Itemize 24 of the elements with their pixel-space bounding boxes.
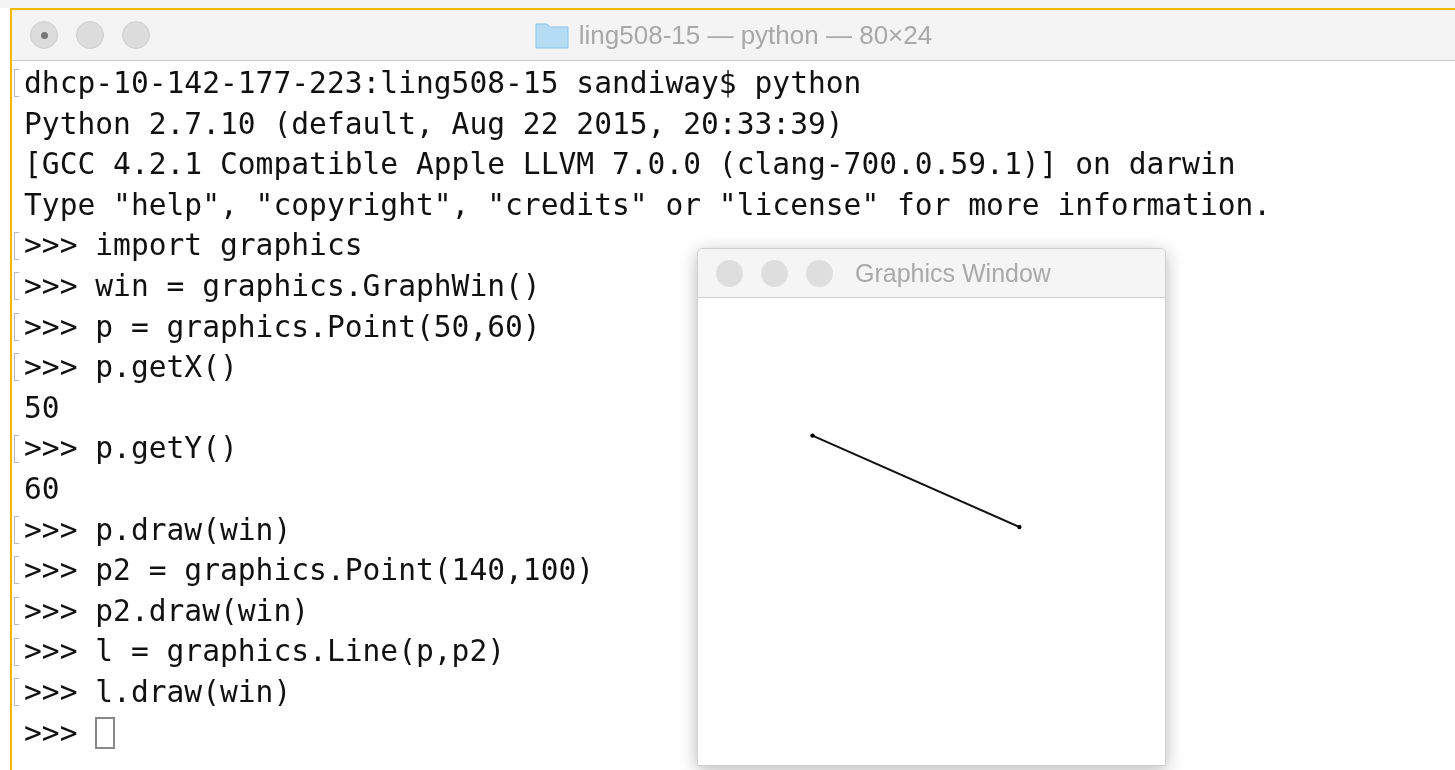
terminal-line: >>> p = graphics.Point(50,60) [24,308,541,346]
terminal-line: dhcp-10-142-177-223:ling508-15 sandiway$ python [24,65,862,102]
terminal-line: 50 [24,389,60,427]
terminal-line: [GCC 4.2.1 Compatible Apple LLVM 7.0.0 (clang-700.0.59.1)] on darwin [24,146,1236,184]
terminal-line: >>> p2.draw(win) [24,592,310,630]
minimize-button[interactable] [76,21,104,49]
folder-icon [534,21,569,49]
window-title: Graphics Window [855,258,1051,288]
window-title: ling508-15 — python — 80×24 [578,19,933,51]
terminal-line: >>> p.draw(win) [24,511,292,549]
terminal-line: 60 [24,470,60,508]
terminal-line: >>> win = graphics.GraphWin() [24,267,541,305]
terminal-line: >>> p.getX() [24,349,238,387]
zoom-button[interactable] [122,21,150,49]
text-cursor [95,716,116,749]
terminal-line: >>> import graphics [24,227,363,265]
terminal-prompt: >>> [24,714,78,752]
terminal-line: >>> l = graphics.Line(p,p2) [24,633,506,671]
terminal-line: Python 2.7.10 (default, Aug 22 2015, 20:33:39) [24,105,844,143]
close-button[interactable] [30,21,58,49]
terminal-line: >>> p2 = graphics.Point(140,100) [24,552,595,590]
terminal-line: >>> l.draw(win) [24,673,292,711]
terminal-line: Type "help", "copyright", "credits" or "license" for more information. [24,186,1272,224]
terminal-line: >>> p.getY() [24,430,238,468]
